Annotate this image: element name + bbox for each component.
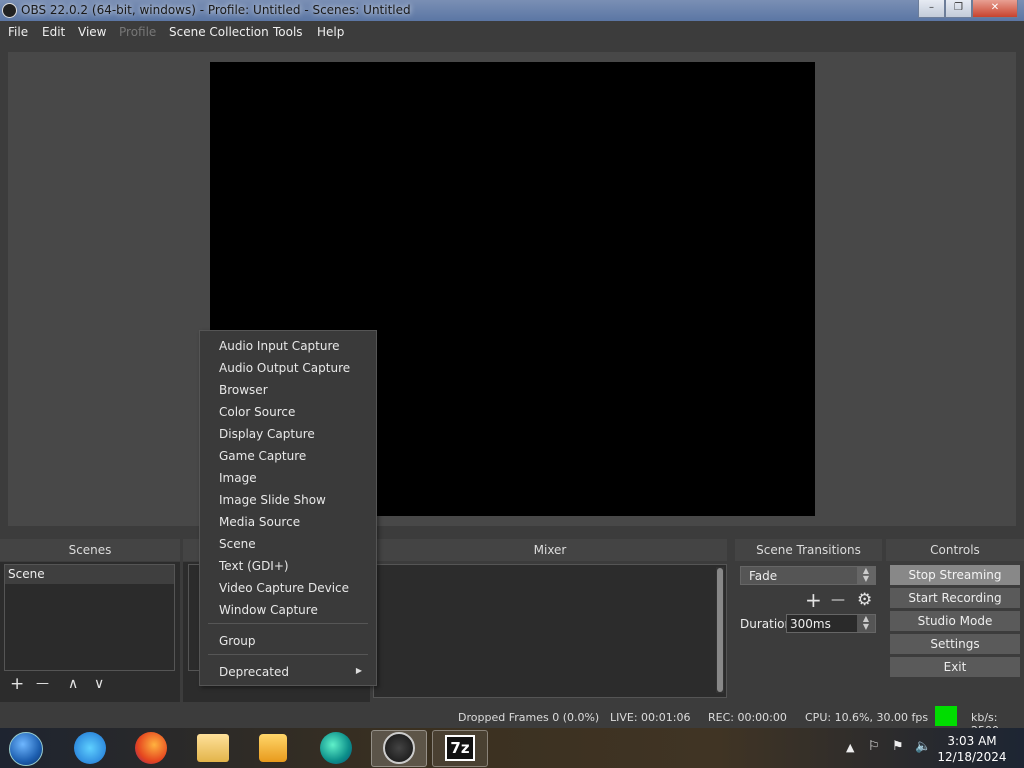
menu-item-video-capture-device[interactable]: Video Capture Device [219,581,349,595]
add-transition-button[interactable]: + [805,590,822,610]
move-scene-up-button[interactable]: ∧ [68,675,78,693]
mixer-dock-title: Mixer [373,539,727,561]
action-center-icon[interactable]: ⚐ [868,739,880,754]
menu-item-color-source[interactable]: Color Source [219,405,295,419]
menu-item-window-capture[interactable]: Window Capture [219,603,318,617]
window-controls: – ❐ ✕ [918,0,1018,18]
stop-streaming-button[interactable]: Stop Streaming [890,565,1020,585]
menu-tools[interactable]: Tools [273,25,303,39]
rec-status: REC: 00:00:00 [708,711,787,724]
clock-time: 3:03 AM [947,734,997,748]
studio-mode-button[interactable]: Studio Mode [890,611,1020,631]
chevron-updown-icon: ▲ ▼ [857,567,875,584]
menu-item-scene[interactable]: Scene [219,537,256,551]
transition-select[interactable]: Fade ▲ ▼ [740,566,876,585]
audio-mixer [373,564,727,698]
taskbar-clock[interactable]: 3:03 AM 12/18/2024 [936,733,1008,765]
scenes-dock-title: Scenes [0,539,180,561]
controls-dock-title: Controls [886,539,1024,561]
mixer-scrollbar-thumb[interactable] [717,568,723,692]
show-hidden-icons[interactable]: ▲ [846,741,854,754]
flag-icon[interactable]: ⚑ [892,739,904,754]
maximize-button[interactable]: ❐ [945,0,972,18]
transition-select-value: Fade [749,569,778,583]
media-player-icon[interactable] [259,734,287,762]
menu-bar: File Edit View Profile Scene Collection … [0,21,1024,44]
close-button[interactable]: ✕ [972,0,1018,18]
seven-zip-icon: 7z [445,735,475,761]
obs-icon[interactable] [383,732,415,764]
duration-spinbox[interactable]: 300ms ▲ ▼ [786,614,876,633]
list-item[interactable]: Scene [5,565,174,584]
menu-item-image[interactable]: Image [219,471,257,485]
menu-separator [208,623,368,624]
menu-item-game-capture[interactable]: Game Capture [219,449,306,463]
obs-logo-icon [2,3,17,18]
menu-item-group[interactable]: Group [219,634,256,648]
add-source-context-menu: Audio Input Capture Audio Output Capture… [199,330,377,686]
stream-health-indicator [935,706,957,726]
gear-icon[interactable]: ⚙ [857,591,872,609]
menu-edit[interactable]: Edit [42,25,65,39]
menu-item-deprecated[interactable]: Deprecated [219,665,289,679]
exit-button[interactable]: Exit [890,657,1020,677]
menu-help[interactable]: Help [317,25,344,39]
edge-icon[interactable] [320,732,352,764]
window-title: OBS 22.0.2 (64-bit, windows) - Profile: … [21,3,411,17]
remove-scene-button[interactable]: — [36,675,49,693]
menu-item-audio-output-capture[interactable]: Audio Output Capture [219,361,350,375]
menu-item-media-source[interactable]: Media Source [219,515,300,529]
duration-label: Duration [740,617,793,631]
scenes-list[interactable]: Scene [4,564,175,671]
start-recording-button[interactable]: Start Recording [890,588,1020,608]
start-orb-icon[interactable] [9,732,43,766]
menu-item-text-gdi[interactable]: Text (GDI+) [219,559,289,573]
menu-item-audio-input-capture[interactable]: Audio Input Capture [219,339,340,353]
menu-scene-collection[interactable]: Scene Collection [169,25,269,39]
firefox-icon[interactable] [135,732,167,764]
add-scene-button[interactable]: + [10,675,24,693]
internet-explorer-icon[interactable] [74,732,106,764]
menu-view[interactable]: View [78,25,106,39]
move-scene-down-button[interactable]: ∨ [94,675,104,693]
cpu-status: CPU: 10.6%, 30.00 fps [805,711,929,724]
title-bar: OBS 22.0.2 (64-bit, windows) - Profile: … [0,0,1024,21]
menu-file[interactable]: File [8,25,28,39]
file-explorer-icon[interactable] [197,734,229,762]
menu-item-display-capture[interactable]: Display Capture [219,427,315,441]
volume-muted-icon[interactable]: 🔈 [915,739,931,754]
menu-item-image-slide-show[interactable]: Image Slide Show [219,493,326,507]
menu-item-browser[interactable]: Browser [219,383,268,397]
dropped-frames-status: Dropped Frames 0 (0.0%) [458,711,600,724]
transitions-dock-title: Scene Transitions [735,539,882,561]
clock-date: 12/18/2024 [937,750,1007,764]
live-status: LIVE: 00:01:06 [610,711,691,724]
menu-separator [208,654,368,655]
menu-profile[interactable]: Profile [119,25,156,39]
minimize-button[interactable]: – [918,0,945,18]
duration-value: 300ms [790,617,831,631]
remove-transition-button[interactable]: — [831,591,845,609]
submenu-arrow-icon: ▶ [355,666,362,675]
settings-button[interactable]: Settings [890,634,1020,654]
chevron-updown-icon: ▲ ▼ [857,615,875,632]
